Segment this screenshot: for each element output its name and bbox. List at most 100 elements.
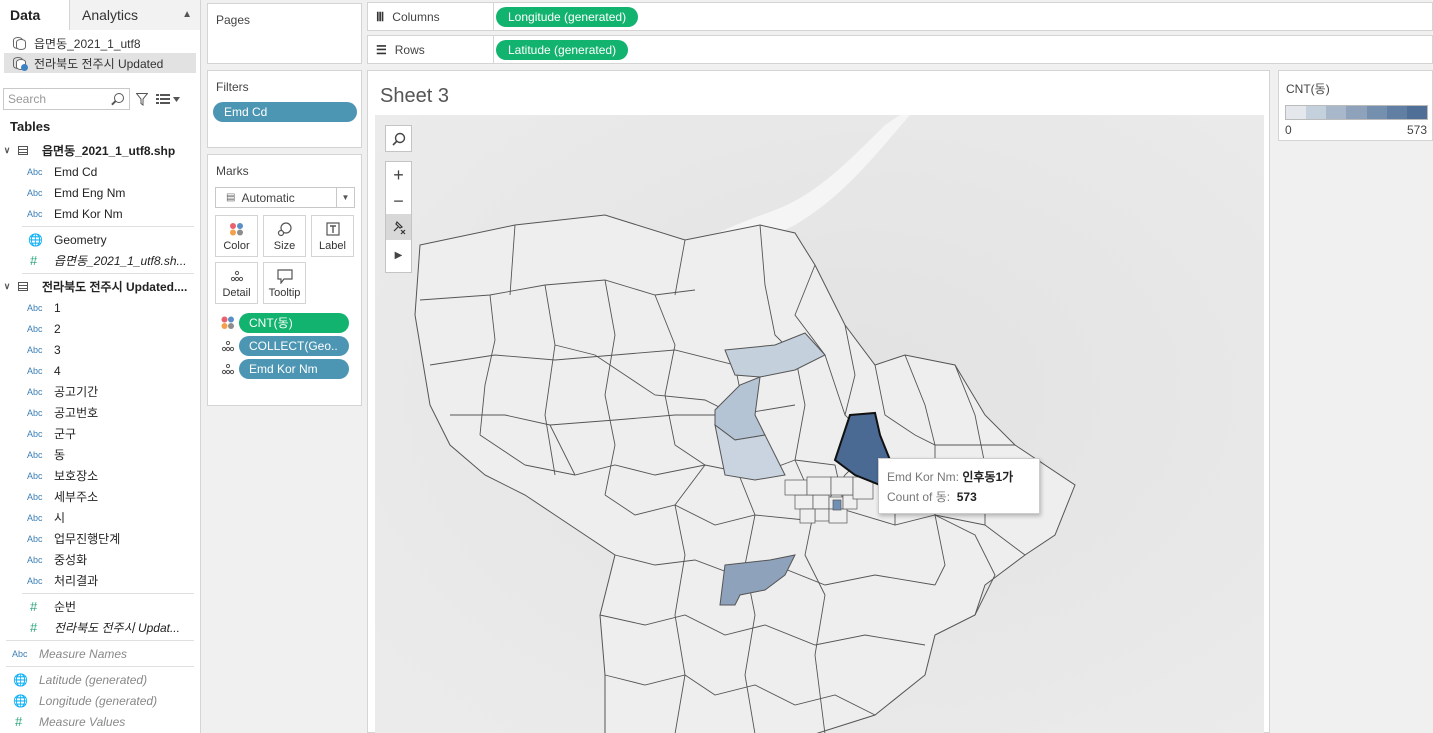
field-item[interactable]: 🌐 Geometry	[0, 229, 200, 250]
legend-max: 573	[1406, 123, 1427, 137]
filter-icon[interactable]	[136, 93, 148, 106]
pages-card[interactable]: Pages	[207, 3, 362, 64]
tab-data[interactable]: Data	[0, 0, 70, 30]
search-input[interactable]: Search	[3, 88, 130, 110]
field-item[interactable]: Abc 공고기간	[0, 381, 200, 402]
field-item[interactable]: Abc 3	[0, 339, 200, 360]
field-name: Geometry	[54, 232, 107, 247]
zoom-out-icon[interactable]: −	[393, 188, 404, 214]
data-pane: Data Analytics ▲ 읍면동_2021_1_utf8 전라북도 전주…	[0, 0, 201, 733]
color-icon	[221, 316, 239, 330]
field-item[interactable]: 🌐 Latitude (generated)	[0, 669, 200, 690]
field-item[interactable]: Abc 군구	[0, 423, 200, 444]
field-item[interactable]: # Measure Values	[0, 711, 200, 732]
string-type-icon: Abc	[27, 187, 43, 198]
string-type-icon: Abc	[12, 648, 28, 659]
filters-card[interactable]: Filters Emd Cd	[207, 70, 362, 148]
field-item[interactable]: Abc Emd Kor Nm	[0, 203, 200, 224]
table-icon	[18, 282, 28, 291]
detail-icon	[230, 267, 244, 285]
field-item[interactable]: Abc 2	[0, 318, 200, 339]
string-type-icon: Abc	[27, 344, 43, 355]
field-item[interactable]: # 전라북도 전주시 Updat...	[0, 617, 200, 638]
mark-type-value: Automatic	[241, 190, 295, 205]
field-name: Measure Values	[39, 714, 126, 729]
field-item[interactable]: Abc 보호장소	[0, 465, 200, 486]
datasource-item[interactable]: 읍면동_2021_1_utf8	[4, 33, 196, 53]
emd-kor-nm-pill[interactable]: Emd Kor Nm	[239, 359, 349, 379]
table-header-2[interactable]: ∨ 전라북도 전주시 Updated....	[0, 276, 200, 297]
map-view[interactable]: + − ▶ Emd Kor Nm: 인후동1가 Count of 동: 573	[375, 115, 1264, 733]
field-name: Latitude (generated)	[39, 672, 148, 687]
collapse-caret-icon[interactable]: ∨	[0, 145, 14, 156]
highlight-small-district[interactable]	[832, 499, 842, 511]
mark-field-detail[interactable]: Emd Kor Nm	[221, 359, 361, 379]
field-name: 세부주소	[54, 490, 99, 504]
detail-button[interactable]: Detail	[215, 262, 258, 304]
detail-icon	[221, 363, 239, 375]
marks-card: Marks ▤ Automatic ▼ Color Size Label Det…	[207, 154, 362, 406]
rows-shelf[interactable]: ☰ Rows Latitude (generated)	[367, 35, 1433, 64]
field-item[interactable]: Abc 세부주소	[0, 486, 200, 507]
table-header-1[interactable]: ∨ 읍면동_2021_1_utf8.shp	[0, 140, 200, 161]
collapse-caret-icon[interactable]: ∨	[0, 281, 14, 292]
field-item[interactable]: Abc 1	[0, 297, 200, 318]
tooltip-button[interactable]: Tooltip	[263, 262, 306, 304]
label-button[interactable]: Label	[311, 215, 354, 257]
divider	[22, 273, 194, 274]
tab-analytics[interactable]: Analytics ▲	[70, 0, 200, 30]
datasource-item-selected[interactable]: 전라북도 전주시 Updated	[4, 53, 196, 73]
color-button[interactable]: Color	[215, 215, 258, 257]
field-item[interactable]: Abc 공고번호	[0, 402, 200, 423]
field-name: Measure Names	[39, 646, 128, 661]
zoom-in-icon[interactable]: +	[393, 162, 404, 188]
mark-field-color[interactable]: CNT(동)	[221, 313, 361, 333]
legend-swatch	[1326, 106, 1347, 119]
field-item[interactable]: Abc 동	[0, 444, 200, 465]
mark-buttons: Color Size Label Detail Tooltip	[215, 215, 361, 304]
marks-title: Marks	[216, 164, 249, 178]
collect-geometry-pill[interactable]: COLLECT(Geo..	[239, 336, 349, 356]
cnt-pill[interactable]: CNT(동)	[239, 313, 349, 333]
field-item[interactable]: # 순번	[0, 596, 200, 617]
size-button[interactable]: Size	[263, 215, 306, 257]
columns-shelf[interactable]: Ⅲ Columns Longitude (generated)	[367, 2, 1433, 31]
string-type-icon: Abc	[27, 575, 43, 586]
field-item[interactable]: Abc Emd Eng Nm	[0, 182, 200, 203]
field-item[interactable]: # 읍면동_2021_1_utf8.sh...	[0, 250, 200, 271]
detail-label: Detail	[222, 287, 251, 299]
field-name: 공고번호	[54, 406, 99, 420]
globe-icon: 🌐	[13, 693, 28, 708]
view-options-icon[interactable]	[156, 94, 180, 104]
legend-swatch	[1306, 106, 1327, 119]
table-name: 읍면동_2021_1_utf8.shp	[42, 144, 176, 158]
updown-arrows-icon: ▲	[182, 9, 192, 20]
datasource-icon	[12, 36, 28, 50]
legend-title: CNT(동)	[1286, 82, 1330, 96]
tooltip-icon	[276, 267, 293, 285]
field-item[interactable]: Abc Emd Cd	[0, 161, 200, 182]
field-name: Emd Eng Nm	[54, 185, 126, 200]
field-item[interactable]: Abc 처리결과	[0, 570, 200, 591]
sheet-title[interactable]: Sheet 3	[380, 85, 449, 108]
map-search-button[interactable]	[385, 125, 412, 152]
field-item[interactable]: Abc 중성화	[0, 549, 200, 570]
unpin-icon[interactable]	[386, 214, 411, 240]
tooltip-value-2: 573	[956, 490, 977, 504]
field-item[interactable]: 🌐 Longitude (generated)	[0, 690, 200, 711]
field-item[interactable]: Abc Measure Names	[0, 643, 200, 664]
filter-pill-emd-cd[interactable]: Emd Cd	[213, 102, 357, 122]
field-item[interactable]: Abc 시	[0, 507, 200, 528]
string-type-icon: Abc	[27, 533, 43, 544]
field-item[interactable]: Abc 4	[0, 360, 200, 381]
field-name: 3	[54, 342, 61, 357]
tooltip-line-1: Emd Kor Nm: 인후동1가	[887, 467, 1039, 487]
field-item[interactable]: Abc 업무진행단계	[0, 528, 200, 549]
mark-type-dropdown[interactable]: ▤ Automatic ▼	[215, 187, 355, 208]
mark-field-detail[interactable]: COLLECT(Geo..	[221, 336, 361, 356]
map-svg[interactable]	[375, 115, 1264, 733]
expand-arrow-icon[interactable]: ▶	[395, 240, 403, 270]
latitude-pill[interactable]: Latitude (generated)	[496, 39, 629, 60]
longitude-pill[interactable]: Longitude (generated)	[496, 6, 639, 27]
color-legend[interactable]: CNT(동) 0 573	[1278, 70, 1433, 141]
